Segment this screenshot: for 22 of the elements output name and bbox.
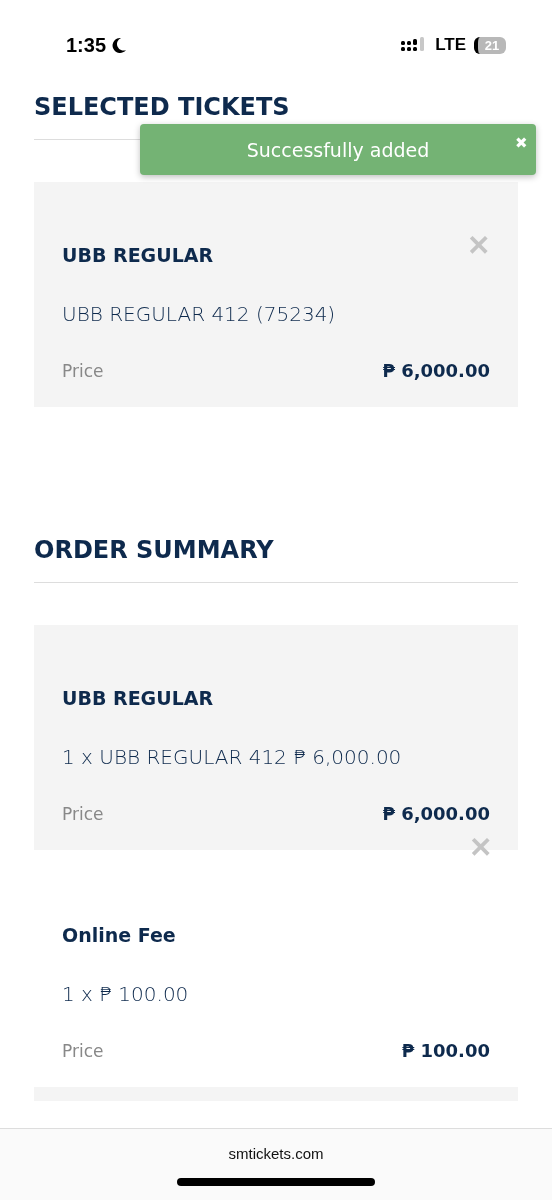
price-label: Price: [62, 360, 104, 381]
item-name: UBB REGULAR: [62, 687, 214, 709]
item-detail: 1 x UBB REGULAR 412 ₱ 6,000.00: [62, 745, 403, 769]
section-heading: SELECTED TICKETS: [34, 92, 291, 122]
clock-time: 1:35: [66, 33, 107, 57]
network-label: LTE: [435, 35, 466, 55]
item-detail: UBB REGULAR 412 (75234): [62, 302, 337, 326]
battery-indicator: 21: [474, 36, 506, 54]
url-text[interactable]: smtickets.com: [228, 1145, 324, 1162]
toast-message: Successfully added: [246, 138, 430, 161]
item-name: Online Fee: [62, 924, 176, 946]
price-value: ₱ 6,000.00: [382, 803, 490, 824]
price-label: Price: [62, 803, 104, 824]
section-heading: ORDER SUMMARY: [34, 535, 275, 565]
remove-button[interactable]: ✕: [467, 232, 490, 260]
item-detail: 1 x ₱ 100.00: [62, 982, 190, 1006]
remove-button[interactable]: ✕: [469, 834, 492, 862]
price-value: ₱ 100.00: [401, 1040, 490, 1061]
close-button[interactable]: ✖: [515, 134, 528, 152]
price-label: Price: [62, 1040, 104, 1061]
price-value: ₱ 6,000.00: [382, 360, 490, 381]
item-name: UBB REGULAR: [62, 244, 214, 266]
